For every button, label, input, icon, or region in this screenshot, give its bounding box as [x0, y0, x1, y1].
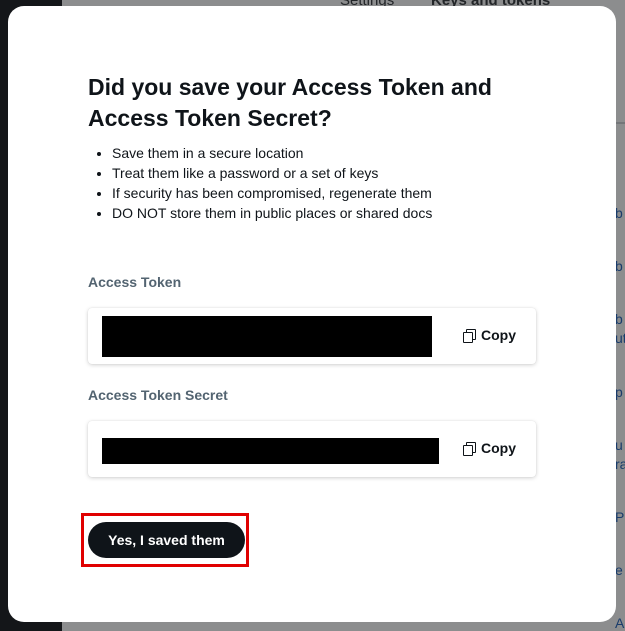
- copy-access-token-secret-button[interactable]: Copy: [463, 440, 516, 456]
- copy-icon: [463, 329, 476, 343]
- copy-icon: [463, 442, 476, 456]
- list-item: Save them in a secure location: [112, 143, 432, 163]
- copy-access-token-button[interactable]: Copy: [463, 327, 516, 343]
- copy-label: Copy: [481, 327, 516, 343]
- list-item: DO NOT store them in public places or sh…: [112, 203, 432, 223]
- dialog-title: Did you save your Access Token and Acces…: [88, 74, 492, 131]
- access-token-field: Copy: [88, 308, 536, 364]
- confirm-saved-button[interactable]: Yes, I saved them: [88, 522, 245, 558]
- redacted-access-token-secret: [102, 438, 439, 464]
- redacted-access-token: [102, 316, 432, 357]
- save-tokens-dialog: Did you save your Access Token and Acces…: [8, 6, 616, 622]
- access-token-secret-label: Access Token Secret: [88, 387, 228, 403]
- security-tips-list: Save them in a secure location Treat the…: [88, 143, 432, 223]
- list-item: If security has been compromised, regene…: [112, 183, 432, 203]
- access-token-secret-field: Copy: [88, 421, 536, 477]
- access-token-label: Access Token: [88, 274, 182, 290]
- copy-label: Copy: [481, 440, 516, 456]
- list-item: Treat them like a password or a set of k…: [112, 163, 432, 183]
